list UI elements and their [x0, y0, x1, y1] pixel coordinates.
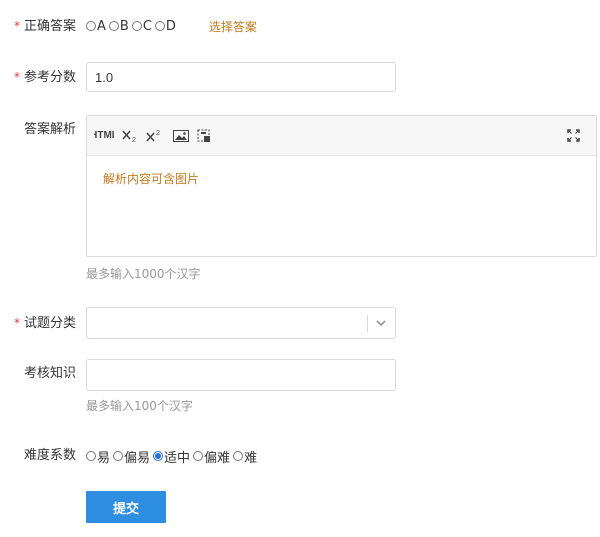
svg-text:2: 2	[156, 130, 160, 137]
knowledge-label: 考核知识	[23, 366, 76, 381]
choose-answer-link[interactable]: 选择答案	[209, 18, 257, 35]
radio-circle[interactable]	[113, 451, 124, 461]
difficulty-label: 难度系数	[23, 448, 76, 463]
analysis-hint: 最多输入1000个汉字	[86, 267, 201, 281]
correct-answer-label: * 正确答案	[13, 19, 76, 34]
answer-option-c[interactable]: C	[131, 19, 152, 34]
score-input[interactable]	[86, 62, 396, 92]
radio-circle[interactable]	[154, 21, 165, 31]
subscript-icon[interactable]: 2	[122, 129, 138, 143]
chevron-down-icon[interactable]	[375, 317, 387, 333]
editor-toolbar: HTML 2 2	[87, 116, 596, 156]
answer-option-a[interactable]: A	[86, 19, 106, 34]
required-mark: *	[13, 316, 20, 330]
difficulty-option-fairly-hard[interactable]: 偏难	[193, 447, 230, 466]
radio-circle[interactable]	[131, 21, 142, 31]
image-icon[interactable]	[173, 129, 189, 142]
select-area-icon[interactable]	[197, 129, 211, 143]
radio-circle[interactable]	[86, 451, 96, 461]
difficulty-option-fairly-easy[interactable]: 偏易	[113, 447, 150, 466]
svg-text:2: 2	[132, 137, 136, 143]
editor-content-area[interactable]: 解析内容可含图片	[87, 156, 596, 201]
knowledge-hint: 最多输入100个汉字	[86, 399, 193, 413]
correct-answer-options: A B C D 选择答案	[86, 16, 257, 36]
submit-button[interactable]: 提交	[86, 491, 166, 523]
select-divider	[367, 315, 368, 332]
radio-circle[interactable]	[193, 451, 204, 461]
difficulty-options: 易 偏易 适中 偏难 难	[86, 446, 260, 466]
difficulty-option-medium[interactable]: 适中	[153, 447, 190, 466]
answer-option-d[interactable]: D	[154, 19, 176, 34]
radio-circle-checked[interactable]	[153, 451, 164, 461]
html-source-button[interactable]: HTML	[94, 130, 114, 141]
difficulty-option-hard[interactable]: 难	[233, 447, 257, 466]
category-select[interactable]	[86, 307, 396, 339]
required-mark: *	[13, 70, 20, 84]
knowledge-input[interactable]	[86, 359, 396, 391]
score-label: * 参考分数	[13, 70, 76, 85]
required-mark: *	[13, 19, 20, 33]
answer-option-b[interactable]: B	[108, 19, 129, 34]
analysis-editor: HTML 2 2 解析内容可含图片	[86, 115, 597, 257]
fullscreen-icon[interactable]	[567, 129, 580, 142]
radio-circle[interactable]	[108, 21, 119, 31]
editor-placeholder: 解析内容可含图片	[103, 172, 200, 186]
difficulty-option-easy[interactable]: 易	[86, 447, 110, 466]
radio-circle[interactable]	[86, 21, 96, 31]
analysis-label: 答案解析	[23, 122, 76, 137]
category-label: * 试题分类	[13, 316, 76, 331]
radio-circle[interactable]	[233, 451, 244, 461]
superscript-icon[interactable]: 2	[146, 129, 162, 143]
